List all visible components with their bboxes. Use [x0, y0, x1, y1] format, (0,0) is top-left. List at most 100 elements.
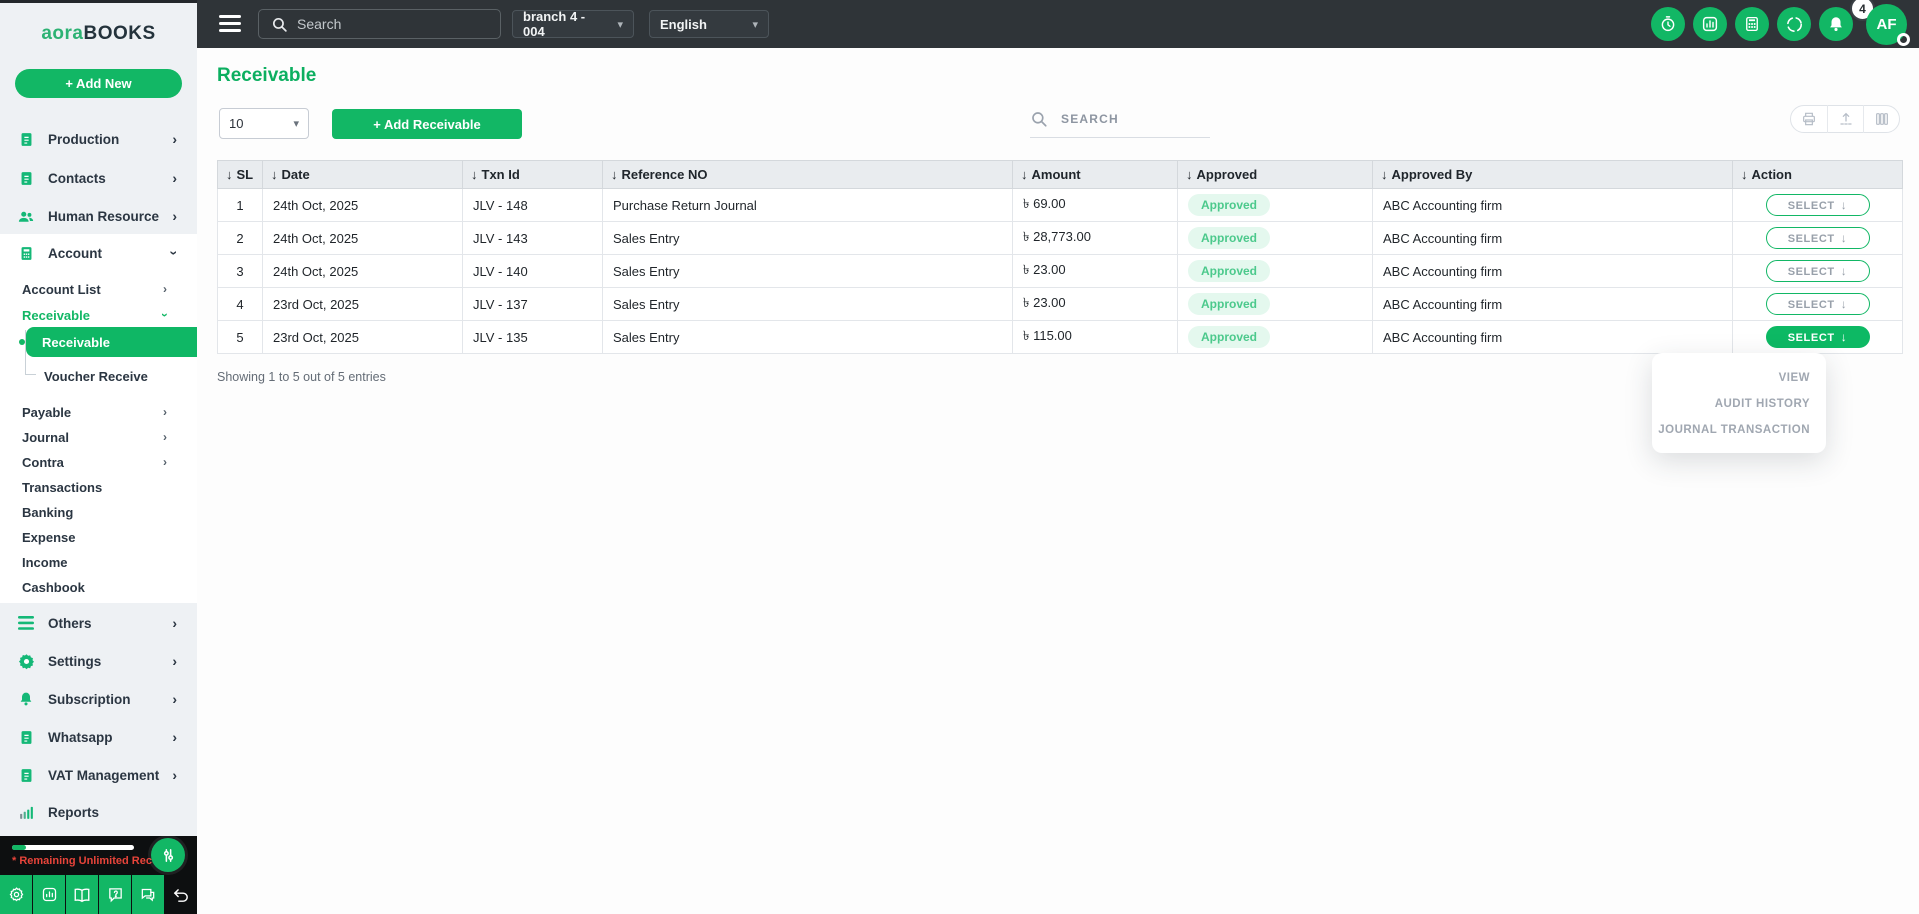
brand-logo[interactable]: aoraBOOKS	[0, 23, 197, 45]
sidebar-item-journal[interactable]: Journal ›	[0, 424, 197, 450]
chat-bubbles-icon	[141, 888, 155, 902]
sidebar-item-reports[interactable]: Reports	[0, 793, 197, 831]
header-amount[interactable]: ↓ Amount	[1012, 160, 1178, 189]
sidebar-label: Income	[22, 554, 68, 570]
file-icon	[17, 130, 35, 148]
cell-txn: JLV - 140	[462, 254, 603, 288]
chat-button[interactable]	[132, 875, 164, 914]
upload-icon	[1839, 112, 1852, 125]
language-select[interactable]: English ▾	[649, 10, 769, 38]
chevron-right-icon: ›	[172, 691, 177, 707]
sidebar-item-income[interactable]: Income	[0, 549, 197, 575]
sidebar-item-settings[interactable]: Settings ›	[0, 642, 197, 680]
header-approved-by[interactable]: ↓ Approved By	[1372, 160, 1733, 189]
docs-button[interactable]	[66, 875, 98, 914]
avatar-initials: AF	[1876, 16, 1897, 33]
menu-lines-icon	[17, 614, 35, 632]
hamburger-menu-icon[interactable]	[219, 15, 241, 32]
pos-button[interactable]	[1777, 7, 1811, 41]
sidebar-label: Settings	[48, 653, 102, 669]
sidebar-item-cashbook[interactable]: Cashbook	[0, 574, 197, 600]
cell-reference: Sales Entry	[602, 287, 1013, 321]
open-book-icon	[74, 888, 90, 902]
add-receivable-button[interactable]: + Add Receivable	[332, 109, 522, 139]
caret-down-icon: ▾	[752, 18, 758, 31]
sidebar-item-subscription[interactable]: Subscription ›	[0, 680, 197, 718]
sidebar-label: Payable	[22, 404, 72, 420]
sidebar-item-contra[interactable]: Contra ›	[0, 449, 197, 475]
select-button[interactable]: SELECT ↓	[1765, 260, 1870, 282]
export-button[interactable]	[1827, 105, 1863, 133]
notifications-button[interactable]	[1819, 7, 1853, 41]
sidebar-item-others[interactable]: Others ›	[0, 604, 197, 642]
status-dot	[1897, 33, 1910, 46]
header-txn-id[interactable]: ↓ Txn Id	[462, 160, 603, 189]
calculator-button[interactable]	[1735, 7, 1769, 41]
header-action[interactable]: ↓ Action	[1732, 160, 1903, 189]
cell-sl: 4	[217, 287, 263, 321]
cell-txn: JLV - 148	[462, 188, 603, 222]
sidebar-item-voucher-receive[interactable]: Voucher Receive	[0, 363, 197, 389]
sidebar-item-account[interactable]: Account ›	[0, 234, 197, 272]
sidebar-item-payable[interactable]: Payable ›	[0, 399, 197, 425]
status-badge: Approved	[1188, 194, 1271, 216]
table-row: 2 24th Oct, 2025 JLV - 143 Sales Entry ৳…	[217, 221, 1903, 255]
sidebar-item-account-list[interactable]: Account List ›	[0, 276, 197, 302]
help-button[interactable]	[99, 875, 131, 914]
page-size-select[interactable]: 10 ▾	[219, 108, 309, 139]
branch-select[interactable]: branch 4 - 004 ▾	[512, 9, 634, 39]
calculator-icon	[17, 244, 35, 262]
sidebar-label: Contacts	[48, 170, 106, 186]
chevron-right-icon: ›	[163, 282, 167, 296]
cell-reference: Sales Entry	[602, 320, 1013, 354]
sidebar-item-receivable-group[interactable]: Receivable ›	[0, 302, 197, 328]
menu-item-journal-transaction[interactable]: JOURNAL TRANSACTION	[1652, 417, 1826, 443]
brand-logo-right: BOOKS	[83, 23, 156, 44]
cell-approved-by: ABC Accounting firm	[1372, 287, 1733, 321]
table-search[interactable]: SEARCH	[1030, 110, 1210, 138]
sidebar-item-production[interactable]: Production ›	[0, 120, 197, 158]
sidebar-item-transactions[interactable]: Transactions	[0, 474, 197, 500]
cell-reference: Purchase Return Journal	[602, 188, 1013, 222]
cell-date: 23rd Oct, 2025	[262, 320, 463, 354]
cell-sl: 3	[217, 254, 263, 288]
sidebar-item-banking[interactable]: Banking	[0, 499, 197, 525]
sidebar-item-expense[interactable]: Expense	[0, 524, 197, 550]
sliders-button[interactable]	[151, 838, 185, 872]
analytics-button[interactable]	[1693, 7, 1727, 41]
select-button-active[interactable]: SELECT ↓	[1765, 326, 1870, 348]
cell-approved-by: ABC Accounting firm	[1372, 221, 1733, 255]
add-new-button[interactable]: + Add New	[15, 69, 182, 98]
sidebar-item-vat-management[interactable]: VAT Management ›	[0, 756, 197, 794]
sidebar-item-receivable-active[interactable]: Receivable	[26, 327, 197, 357]
chevron-right-icon: ›	[163, 455, 167, 469]
cell-approved: Approved	[1177, 188, 1373, 222]
arrow-down-icon: ↓	[1840, 297, 1848, 311]
select-button[interactable]: SELECT ↓	[1765, 227, 1870, 249]
sidebar-label: Others	[48, 615, 92, 631]
header-date[interactable]: ↓ Date	[262, 160, 463, 189]
cell-amount: ৳ 28,773.00	[1012, 221, 1178, 255]
header-reference[interactable]: ↓ Reference NO	[602, 160, 1013, 189]
sidebar-item-contacts[interactable]: Contacts ›	[0, 159, 197, 197]
timer-button[interactable]	[1651, 7, 1685, 41]
header-sl[interactable]: ↓ SL	[217, 160, 263, 189]
print-button[interactable]	[1791, 105, 1827, 133]
chevron-right-icon: ›	[172, 767, 177, 783]
header-approved[interactable]: ↓ Approved	[1177, 160, 1373, 189]
global-search[interactable]	[258, 9, 501, 39]
cell-amount: ৳ 115.00	[1012, 320, 1178, 354]
sidebar-label: Banking	[22, 504, 74, 520]
search-input[interactable]	[297, 16, 477, 32]
sidebar-item-human-resource[interactable]: Human Resource ›	[0, 197, 197, 235]
reports-button[interactable]	[33, 875, 65, 914]
undo-button[interactable]	[165, 875, 196, 914]
chevron-right-icon: ›	[172, 653, 177, 669]
menu-item-audit-history[interactable]: AUDIT HISTORY	[1652, 391, 1826, 417]
menu-item-view[interactable]: VIEW	[1652, 365, 1826, 391]
select-button[interactable]: SELECT ↓	[1765, 194, 1870, 216]
select-button[interactable]: SELECT ↓	[1765, 293, 1870, 315]
columns-button[interactable]	[1863, 105, 1899, 133]
sidebar-item-whatsapp[interactable]: Whatsapp ›	[0, 718, 197, 756]
settings-button[interactable]	[0, 875, 32, 914]
